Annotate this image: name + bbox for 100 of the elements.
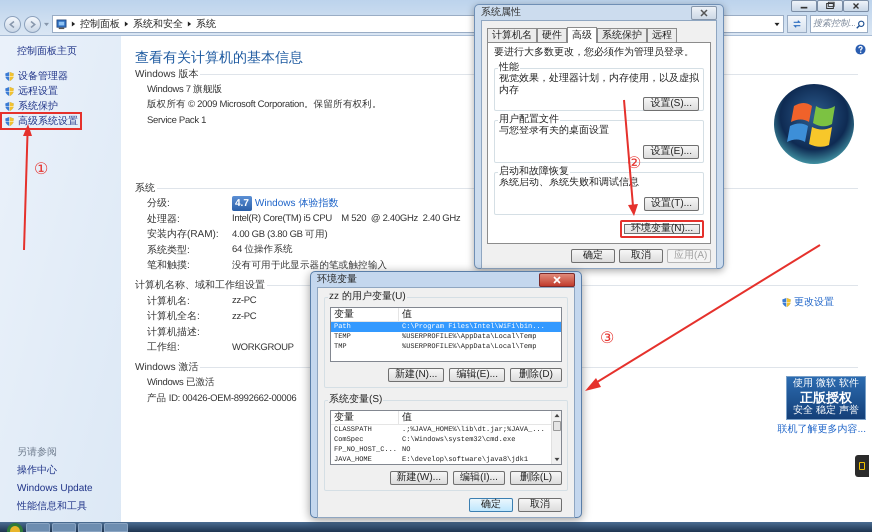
- side-tab-icon[interactable]: [855, 455, 869, 477]
- group-title: zz 的用户变量(U): [328, 291, 407, 303]
- field-value: zz-PC: [232, 310, 256, 324]
- sidebar-link[interactable]: 控制面板主页: [17, 44, 77, 59]
- step-number: ③: [600, 330, 614, 348]
- field-value: zz-PC: [232, 294, 256, 308]
- caret-up-icon: [554, 413, 560, 418]
- field-label: 计算机全名:: [147, 310, 201, 324]
- section-heading: Windows 激活: [135, 361, 198, 375]
- field-value: WORKGROUP: [232, 340, 294, 355]
- column-header: 变量: [331, 411, 399, 424]
- tab[interactable]: 系统保护: [597, 28, 647, 42]
- close-icon: [699, 8, 709, 16]
- settings-button[interactable]: 设置(E)...: [643, 145, 699, 159]
- dialog-button[interactable]: 删除(L): [510, 471, 562, 485]
- see-also-heading: 另请参阅: [17, 446, 58, 460]
- field-value: Windows 7 旗舰版: [147, 82, 222, 97]
- dialog-button[interactable]: 取消: [518, 498, 562, 512]
- column-header: 值: [401, 411, 413, 424]
- scrollbar[interactable]: [551, 411, 561, 464]
- tab[interactable]: 远程: [647, 28, 677, 42]
- refresh-button[interactable]: [787, 15, 807, 33]
- maximize-button[interactable]: [817, 0, 843, 12]
- close-icon: [552, 276, 562, 284]
- field-label: 计算机名:: [147, 294, 191, 309]
- close-button[interactable]: [691, 6, 717, 20]
- search-icon: [856, 20, 865, 28]
- field-value: 没有可用于此显示器的笔或触控输入: [232, 258, 388, 273]
- badge-text: 安全 稳定 声誉: [793, 405, 859, 417]
- group-title: 启动和故障恢复: [498, 166, 570, 178]
- learn-more-link[interactable]: 联机了解更多内容...: [778, 422, 866, 436]
- start-orb-icon: [6, 522, 24, 532]
- caret-icon: [44, 22, 49, 26]
- sidebar-link[interactable]: 设备管理器: [2, 69, 70, 83]
- shield-icon: [781, 296, 792, 308]
- badge-text: 正版授权: [800, 390, 852, 405]
- group-title: 用户配置文件: [498, 114, 560, 126]
- sidebar-link[interactable]: Windows Update: [17, 481, 93, 496]
- close-button[interactable]: [843, 0, 869, 12]
- badge-text: 使用 微软 软件: [793, 378, 859, 390]
- shield-icon: [4, 116, 15, 126]
- breadcrumb-link[interactable]: 系统和安全: [133, 16, 183, 32]
- dialog-button[interactable]: 确定: [571, 249, 615, 263]
- field-value: Intel(R) Core(TM) i5 CPU M 520 @ 2.40GHz 2.40 GHz: [232, 212, 460, 226]
- field-label: 计算机描述:: [147, 326, 201, 340]
- sidebar-link[interactable]: 操作中心: [17, 463, 57, 478]
- change-settings-link[interactable]: 更改设置: [781, 294, 834, 310]
- field-label: 安装内存(RAM):: [147, 228, 220, 242]
- step-number: ①: [34, 161, 48, 179]
- dialog-button[interactable]: 确定: [469, 498, 513, 512]
- tab[interactable]: 硬件: [537, 28, 567, 42]
- forward-button[interactable]: [24, 16, 41, 32]
- section-heading: 计算机名称、域和工作组设置: [135, 278, 265, 293]
- computer-icon: [56, 18, 67, 30]
- field-value: 产品 ID: 00426-OEM-8992662-00006: [147, 392, 296, 406]
- field-label: 工作组:: [147, 341, 181, 356]
- sidebar-link[interactable]: 远程设置: [2, 84, 60, 98]
- experience-index-link[interactable]: Windows 体验指数: [254, 196, 338, 212]
- shield-icon: [4, 86, 15, 96]
- notice-text: 要进行大多数更改，您必须作为管理员登录。: [494, 47, 695, 59]
- field-value: 版权所有 © 2009 Microsoft Corporation。保留所有权利。: [147, 98, 382, 112]
- settings-button[interactable]: 设置(T)...: [644, 197, 699, 211]
- field-value: Service Pack 1: [147, 114, 206, 128]
- field-value: Windows 已激活: [147, 376, 215, 390]
- caret-down-icon: [554, 457, 560, 462]
- group-title: 系统变量(S): [328, 394, 384, 406]
- field-label: 分级:: [147, 197, 171, 212]
- back-button[interactable]: [4, 16, 21, 32]
- column-header: 值: [401, 308, 413, 321]
- chevron-icon: [187, 21, 192, 27]
- scroll-thumb[interactable]: [552, 421, 560, 431]
- dialog-button[interactable]: 删除(D): [510, 368, 562, 382]
- sidebar-link[interactable]: 性能信息和工具: [17, 499, 87, 514]
- dialog-button[interactable]: 新建(N)...: [388, 368, 444, 382]
- dialog-button[interactable]: 编辑(E)...: [449, 368, 505, 382]
- field-value: 4.00 GB (3.80 GB 可用): [232, 228, 328, 242]
- sidebar-link[interactable]: 高级系统设置: [2, 114, 80, 128]
- column-header: 变量: [331, 308, 399, 321]
- dialog-button[interactable]: 新建(W)...: [390, 471, 448, 485]
- chevron-icon: [71, 21, 76, 27]
- field-label: 系统类型:: [147, 244, 191, 258]
- dialog-title: 环境变量: [317, 272, 357, 287]
- help-icon: [855, 44, 866, 55]
- sidebar-link[interactable]: 系统保护: [2, 99, 60, 113]
- tab[interactable]: 计算机名: [487, 28, 537, 42]
- breadcrumb-link[interactable]: 系统: [196, 16, 216, 32]
- chevron-icon: [124, 21, 129, 27]
- environment-variables-button[interactable]: 环境变量(N)...: [620, 220, 704, 238]
- field-label: 笔和触摸:: [147, 258, 191, 274]
- dialog-button[interactable]: 取消: [619, 249, 663, 263]
- section-heading: Windows 版本: [135, 68, 198, 82]
- minimize-button[interactable]: [791, 0, 817, 12]
- dialog-button[interactable]: 编辑(I)...: [453, 471, 505, 485]
- settings-button[interactable]: 设置(S)...: [643, 97, 699, 111]
- close-button[interactable]: [539, 272, 575, 286]
- caret-icon: [774, 22, 780, 26]
- breadcrumb-link[interactable]: 控制面板: [80, 16, 120, 32]
- tab[interactable]: 高级: [567, 27, 597, 43]
- shield-icon: [4, 100, 15, 112]
- shield-icon: [4, 70, 15, 82]
